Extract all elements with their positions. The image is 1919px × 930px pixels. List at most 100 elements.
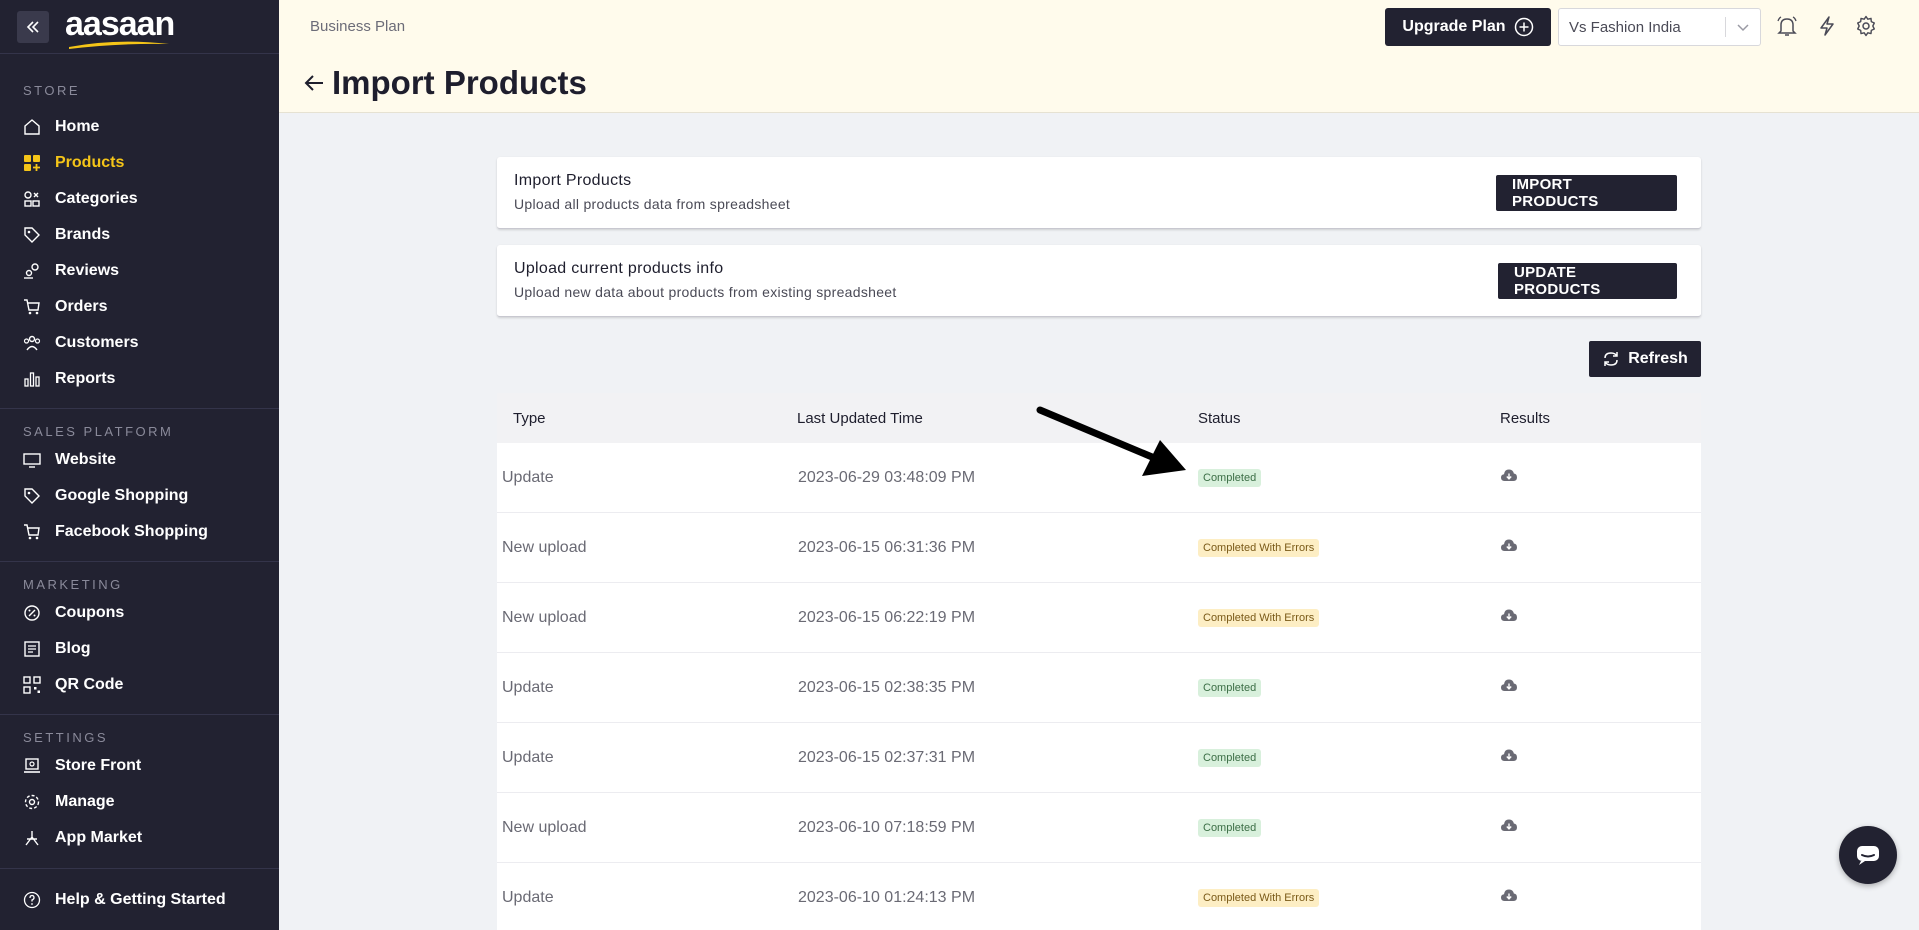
cell-type: Update (502, 678, 554, 696)
sidebar-item-manage[interactable]: Manage (0, 784, 279, 820)
sidebar-item-orders[interactable]: Orders (0, 289, 279, 325)
bar-chart-icon (22, 369, 42, 389)
download-cloud-icon[interactable] (1500, 748, 1518, 762)
download-cloud-icon[interactable] (1500, 888, 1518, 902)
store-select-value: Vs Fashion India (1569, 18, 1681, 36)
cell-type: New upload (502, 818, 587, 836)
divider (1725, 17, 1726, 37)
download-cloud-icon[interactable] (1500, 468, 1518, 482)
settings-button[interactable] (1854, 14, 1878, 38)
sidebar-item-help[interactable]: Help & Getting Started (0, 882, 279, 918)
refresh-icon (1604, 352, 1618, 366)
cell-last-updated: 2023-06-10 01:24:13 PM (798, 888, 976, 906)
sidebar-item-store-front[interactable]: Store Front (0, 748, 279, 784)
cell-results (1500, 468, 1700, 487)
top-bar: Business Plan Import Products Upgrade Pl… (279, 0, 1919, 113)
cell-type: New upload (502, 608, 587, 626)
sidebar-item-facebook-shopping[interactable]: Facebook Shopping (0, 514, 279, 550)
card-subtitle: Upload all products data from spreadshee… (514, 196, 791, 212)
collapse-sidebar-button[interactable] (17, 10, 49, 43)
sidebar-item-label: Coupons (55, 604, 125, 621)
cell-results (1500, 748, 1700, 767)
logo-swoosh-icon (69, 41, 169, 49)
status-badge: Completed (1198, 679, 1262, 697)
table-row: Update 2023-06-15 02:37:31 PM Completed (497, 723, 1701, 793)
cell-last-updated: 2023-06-15 02:38:35 PM (798, 678, 976, 696)
table-row: New upload 2023-06-15 06:31:36 PM Complete… (497, 513, 1701, 583)
plus-circle-icon (1514, 17, 1533, 37)
cell-last-updated: 2023-06-15 06:22:19 PM (798, 608, 976, 626)
sidebar-item-coupons[interactable]: Coupons (0, 595, 279, 631)
refresh-label: Refresh (1628, 350, 1688, 367)
cell-type: New upload (502, 538, 587, 556)
sidebar-section-sales-platform: SALES PLATFORM (23, 424, 174, 439)
status-badge: Completed With Errors (1198, 539, 1320, 557)
qr-code-icon (22, 675, 42, 695)
sidebar-item-google-shopping[interactable]: Google Shopping (0, 478, 279, 514)
sidebar-item-app-market[interactable]: App Market (0, 820, 279, 856)
sidebar-section-settings: SETTINGS (23, 730, 109, 745)
refresh-button[interactable]: Refresh (1589, 341, 1701, 377)
sidebar-item-blog[interactable]: Blog (0, 631, 279, 667)
sidebar-item-label: QR Code (55, 676, 124, 693)
cart-icon (22, 522, 42, 542)
store-select[interactable]: Vs Fashion India (1558, 8, 1761, 46)
sidebar-item-home[interactable]: Home (0, 109, 279, 145)
cell-type: Update (502, 468, 554, 486)
notifications-button[interactable] (1775, 14, 1799, 38)
card-subtitle: Upload new data about products from exis… (514, 284, 897, 300)
table-row: Update 2023-06-10 01:24:13 PM Completed Wi… (497, 863, 1701, 930)
import-products-button[interactable]: IMPORT PRODUCTS (1496, 175, 1677, 211)
categories-icon (22, 189, 42, 209)
download-cloud-icon[interactable] (1500, 538, 1518, 552)
page-title: Import Products (332, 64, 587, 101)
products-icon (22, 153, 42, 173)
sidebar-item-label: Store Front (55, 757, 142, 774)
upgrade-plan-button[interactable]: Upgrade Plan (1385, 8, 1551, 46)
column-header-results: Results (1500, 409, 1551, 427)
status-badge: Completed With Errors (1198, 889, 1320, 907)
chevron-down-icon (1737, 24, 1749, 32)
sidebar-item-reviews[interactable]: Reviews (0, 253, 279, 289)
app-market-icon (22, 828, 42, 848)
sidebar-item-label: App Market (55, 829, 143, 846)
sidebar-section-marketing: MARKETING (23, 577, 123, 592)
download-cloud-icon[interactable] (1500, 818, 1518, 832)
store-front-icon (22, 756, 42, 776)
back-arrow-icon[interactable] (302, 71, 326, 95)
sidebar-item-customers[interactable]: Customers (0, 325, 279, 361)
sidebar-item-reports[interactable]: Reports (0, 361, 279, 397)
cell-status: Completed With Errors (1198, 608, 1500, 627)
cart-icon (22, 297, 42, 317)
sidebar-item-label: Home (55, 118, 100, 135)
sidebar-item-qr-code[interactable]: QR Code (0, 667, 279, 703)
sidebar-item-website[interactable]: Website (0, 442, 279, 478)
help-getting-started[interactable]: Help & Getting Started (0, 868, 279, 930)
quick-actions-button[interactable] (1815, 14, 1839, 38)
annotation-arrow (1036, 406, 1186, 476)
tag-icon (22, 486, 42, 506)
sidebar-item-brands[interactable]: Brands (0, 217, 279, 253)
sidebar-item-label: Reviews (55, 262, 120, 279)
sidebar-section-store: STORE (23, 83, 81, 98)
chat-button[interactable] (1839, 826, 1897, 884)
sidebar-item-products[interactable]: Products (0, 145, 279, 181)
update-products-button[interactable]: UPDATE PRODUCTS (1498, 263, 1677, 299)
sidebar-item-label: Categories (55, 190, 138, 207)
cell-results (1500, 538, 1700, 557)
card-title: Import Products (514, 172, 632, 189)
cell-status: Completed With Errors (1198, 538, 1500, 557)
sidebar-item-categories[interactable]: Categories (0, 181, 279, 217)
plan-label: Business Plan (310, 18, 406, 35)
status-badge: Completed With Errors (1198, 609, 1320, 627)
cell-status: Completed With Errors (1198, 888, 1500, 907)
download-cloud-icon[interactable] (1500, 678, 1518, 692)
cell-results (1500, 818, 1700, 837)
status-badge: Completed (1198, 819, 1262, 837)
cell-results (1500, 608, 1700, 627)
tag-icon (22, 225, 42, 245)
download-cloud-icon[interactable] (1500, 608, 1518, 622)
sidebar-item-label: Products (55, 154, 125, 171)
sidebar-item-label: Facebook Shopping (55, 523, 208, 540)
blog-icon (22, 639, 42, 659)
